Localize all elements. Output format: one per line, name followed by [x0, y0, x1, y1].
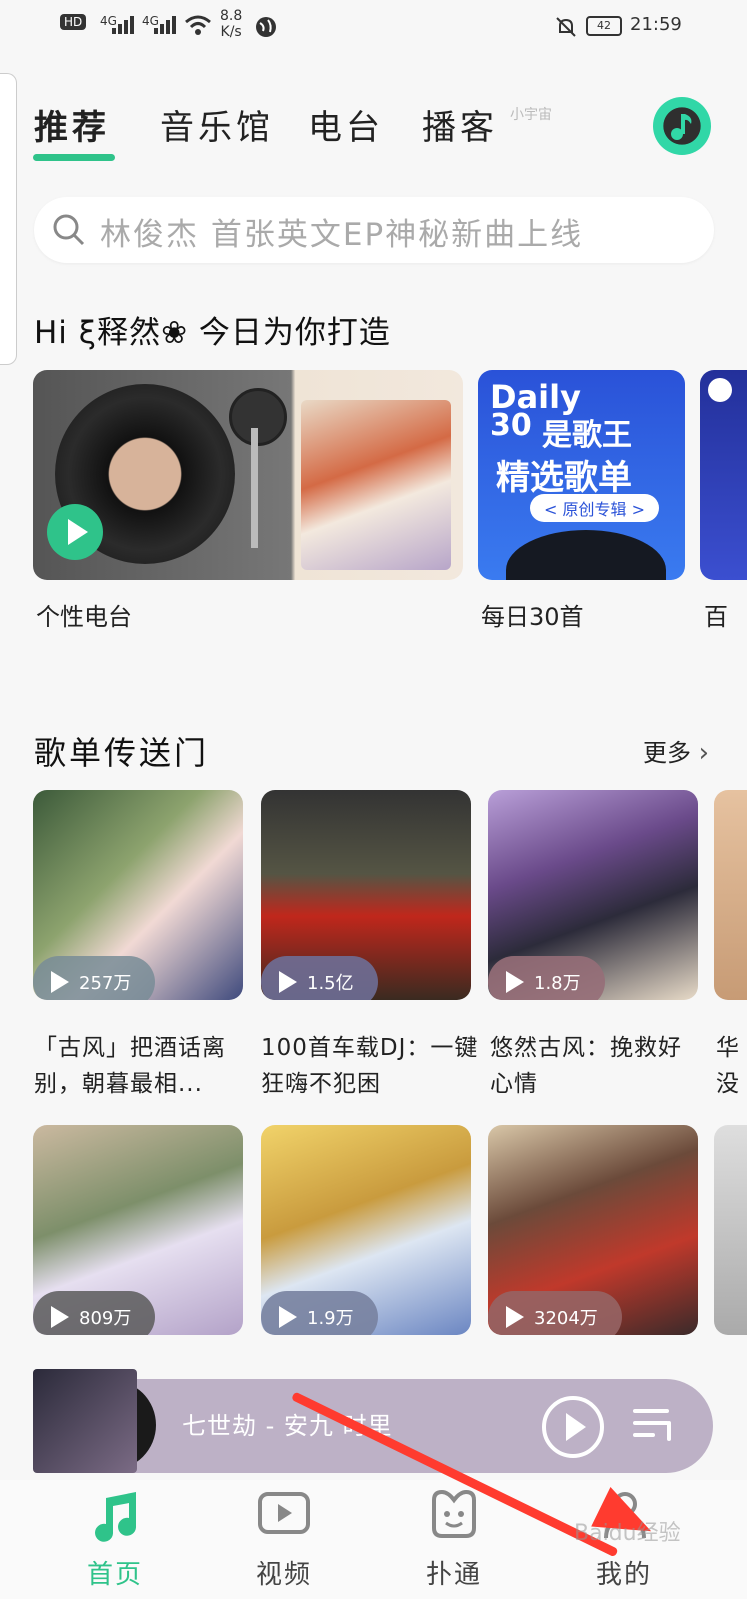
playlist-title[interactable]: 华 没: [716, 1030, 744, 1102]
daily-30-card[interactable]: Daily 30 是歌王 精选歌单 < 原创专辑 >: [478, 370, 685, 580]
playlist-title[interactable]: 100首车载DJ：一键狂嗨不犯困: [261, 1030, 481, 1102]
personal-radio-card[interactable]: [33, 370, 463, 580]
playlist-queue-button[interactable]: [633, 1405, 677, 1445]
mute-bell-icon: [556, 17, 576, 37]
radio-play-button[interactable]: [47, 504, 103, 560]
card-label-daily: 每日30首: [481, 603, 584, 631]
play-count: 1.8万: [534, 973, 581, 994]
play-count-badge: 3204万: [488, 1291, 622, 1335]
play-icon: [279, 1306, 297, 1328]
play-icon: [506, 1306, 524, 1328]
play-icon: [51, 1306, 69, 1328]
tab-radio[interactable]: 电台: [308, 100, 384, 149]
playlist-card[interactable]: 1.5亿: [261, 790, 471, 1000]
chevron-right-icon: ›: [698, 738, 710, 768]
partial-card[interactable]: [700, 370, 747, 580]
play-count-badge: 809万: [33, 1291, 156, 1335]
wifi-icon: [185, 15, 211, 35]
mini-player-play-button[interactable]: [542, 1396, 604, 1458]
tonearm: [251, 428, 258, 548]
play-count-badge: 1.8万: [488, 956, 605, 1000]
nav-video[interactable]: 视频: [224, 1480, 344, 1599]
nav-label: 首页: [86, 1560, 143, 1590]
watermark: Baidu经验: [574, 1521, 681, 1546]
hd-badge: HD: [60, 14, 87, 30]
play-icon: [506, 971, 524, 993]
more-link[interactable]: 更多 ›: [643, 733, 709, 768]
daily-cover-chip: < 原创专辑 >: [530, 494, 659, 522]
play-count-badge: 1.9万: [261, 1291, 378, 1335]
card-label-radio: 个性电台: [36, 603, 132, 631]
search-icon: [53, 214, 85, 246]
playlist-card[interactable]: 1.8万: [488, 790, 698, 1000]
clock: 21:59: [630, 14, 682, 35]
partial-card-logo: [708, 378, 732, 402]
playlist-card-partial[interactable]: [714, 790, 747, 1000]
playlist-card[interactable]: 257万: [33, 790, 243, 1000]
podcast-badge: 小宇宙: [510, 107, 552, 123]
active-tab-indicator: [33, 154, 115, 161]
music-note-icon: [95, 1492, 137, 1542]
daily-cover-disc: [506, 530, 666, 580]
playlist-card[interactable]: 1.9万: [261, 1125, 471, 1335]
playlist-card-partial[interactable]: [714, 1125, 747, 1335]
playlist-card[interactable]: 809万: [33, 1125, 243, 1335]
status-bar: HD 4G 4G 8.8 K/s 42 21:59: [0, 0, 747, 56]
play-icon: [279, 971, 297, 993]
play-count: 1.9万: [307, 1308, 354, 1329]
mini-player-cover[interactable]: [33, 1369, 137, 1473]
play-count: 1.5亿: [307, 973, 354, 994]
play-count-badge: 257万: [33, 956, 156, 1000]
playlist-title[interactable]: 「古风」把酒话离别，朝暮最相...: [34, 1030, 254, 1102]
nav-label: 我的: [595, 1560, 652, 1590]
signal-icon: [154, 16, 176, 34]
play-icon: [51, 971, 69, 993]
play-count: 257万: [79, 973, 132, 994]
nav-label: 扑通: [425, 1560, 482, 1590]
signal-icon: [112, 16, 134, 34]
playlist-title[interactable]: 悠然古风：挽救好心情: [490, 1030, 690, 1102]
nav-label: 视频: [255, 1560, 312, 1590]
nav-home[interactable]: 首页: [55, 1480, 175, 1599]
card-label-partial: 百: [704, 603, 728, 631]
daily-cover-slogan: 是歌王: [542, 418, 632, 453]
search-placeholder: 林俊杰 首张英文EP神秘新曲上线: [100, 217, 584, 253]
daily-cover-subtitle: 精选歌单: [496, 458, 632, 498]
tab-podcast[interactable]: 播客: [422, 100, 498, 149]
daily-cover-number: 30: [490, 408, 532, 443]
play-count: 3204万: [534, 1308, 598, 1329]
battery-indicator: 42: [586, 16, 622, 36]
speed-unit: K/s: [220, 24, 242, 40]
heart-face-icon: [432, 1490, 476, 1538]
play-count: 809万: [79, 1308, 132, 1329]
search-bar[interactable]: 林俊杰 首张英文EP神秘新曲上线: [34, 197, 714, 263]
video-icon: [258, 1492, 310, 1534]
tab-music-hall[interactable]: 音乐馆: [160, 100, 274, 149]
playlist-card[interactable]: 3204万: [488, 1125, 698, 1335]
side-drawer-handle[interactable]: [0, 73, 17, 365]
tab-recommend[interactable]: 推荐: [34, 100, 110, 149]
greeting: Hi ξ释然❀ 今日为你打造: [34, 315, 391, 351]
turntable-knob: [229, 388, 287, 446]
play-icon: [68, 519, 88, 545]
play-count-badge: 1.5亿: [261, 956, 378, 1000]
album-art-stack: [301, 400, 451, 570]
more-label: 更多: [643, 739, 691, 767]
speed-value: 8.8: [220, 8, 243, 24]
music-recognition-button[interactable]: [653, 97, 711, 155]
globe-icon: [256, 17, 276, 37]
music-note-icon: [671, 114, 692, 140]
section-title: 歌单传送门: [34, 734, 210, 772]
